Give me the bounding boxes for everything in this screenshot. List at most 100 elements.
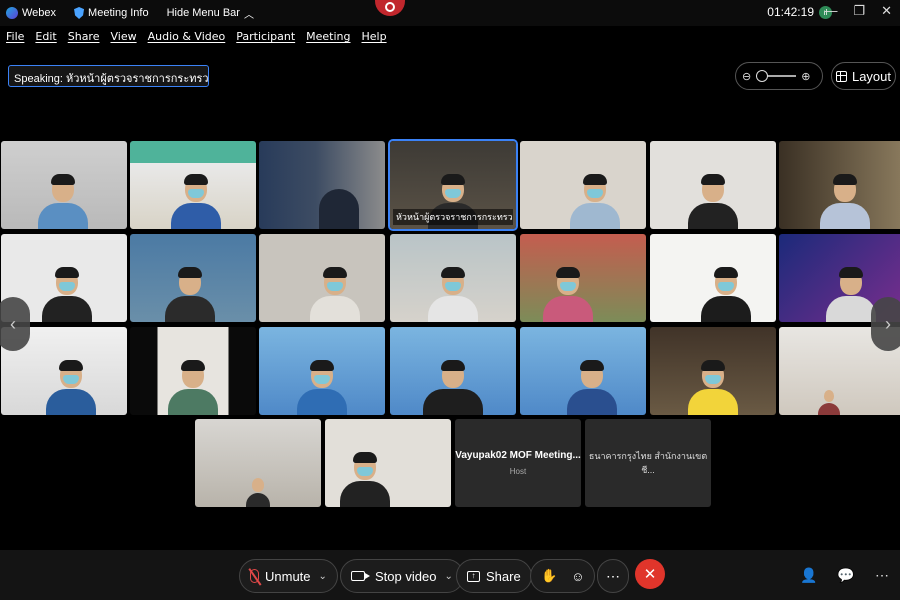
participant-video [570,174,620,229]
participant-video [567,360,617,415]
meeting-info-button[interactable]: Meeting Info [74,7,149,19]
close-icon[interactable]: ✕ [881,3,892,19]
title-bar: Webex Meeting Info Hide Menu Bar ︿ [0,0,900,26]
participants-icon[interactable]: 👤 [800,567,817,584]
app-title: Webex [6,7,56,19]
participant-video [319,188,359,229]
participant-video [701,267,751,322]
end-meeting-button[interactable]: ✕ [635,559,665,589]
hide-menu-bar-button[interactable]: Hide Menu Bar ︿ [167,6,254,21]
participant-video [168,360,218,415]
participant-video [818,390,840,415]
share-button[interactable]: ↑ Share [456,559,532,593]
shield-icon [74,7,85,19]
chevron-down-icon[interactable]: ⌄ [444,571,452,582]
menu-bar: File Edit Share View Audio & Video Parti… [0,30,387,50]
more-options-button[interactable]: ⋯ [597,559,629,593]
menu-view[interactable]: View [110,30,136,50]
layout-label: Layout [851,68,892,84]
menu-meeting[interactable]: Meeting [306,30,350,50]
video-tile[interactable] [195,419,321,507]
zoom-out-icon[interactable]: ⊖ [742,70,751,83]
participant-video [820,174,870,229]
zoom-control[interactable]: ⊖ ⊕ [735,62,823,90]
participant-video [543,267,593,322]
participant-video [826,267,876,322]
menu-audio-video[interactable]: Audio & Video [148,30,226,50]
next-page-button[interactable]: › [871,297,900,351]
tile-participant-name: Vayupak02 MOF Meeting... [455,450,581,461]
participant-video [246,478,270,507]
participant-video [38,174,88,229]
chevron-left-icon: ‹ [10,313,16,334]
camera-icon [351,571,370,581]
more-panels-icon[interactable]: ⋯ [875,567,889,584]
menu-participant[interactable]: Participant [236,30,295,50]
video-tile[interactable] [130,141,256,229]
hide-menu-label: Hide Menu Bar [166,7,240,19]
participant-video [171,174,221,229]
video-tile[interactable] [520,234,646,322]
zoom-slider-knob[interactable] [756,70,769,82]
unmute-button[interactable]: Unmute ⌄ [239,559,338,593]
zoom-in-icon[interactable]: ⊕ [801,70,810,83]
video-tile[interactable] [1,141,127,229]
webex-logo-icon [6,7,18,19]
video-tile[interactable] [650,327,776,415]
video-tile[interactable] [259,234,385,322]
layout-button[interactable]: Layout [831,62,896,90]
participant-video [297,360,347,415]
meeting-info-label: Meeting Info [88,7,149,19]
video-tile[interactable] [650,234,776,322]
stop-video-button[interactable]: Stop video ⌄ [340,559,464,593]
close-icon: ✕ [643,566,657,583]
grid-layout-icon [835,70,847,82]
participant-video [165,267,215,322]
share-label: Share [486,568,521,584]
microphone-muted-icon [250,569,259,583]
participant-video [310,267,360,322]
participant-video [46,360,96,415]
video-tile[interactable] [325,419,451,507]
share-screen-icon: ↑ [467,570,480,582]
video-tile[interactable] [650,141,776,229]
participant-video [42,267,92,322]
video-tile[interactable] [779,141,900,229]
video-tile[interactable] [259,141,385,229]
tile-participant-name: หัวหน้าผู้ตรวจราชการกระทรวงการ... [393,209,513,225]
restore-icon[interactable]: ❐ [853,3,865,19]
video-tile[interactable] [390,327,516,415]
chevron-up-icon: ︿ [243,9,254,21]
menu-share[interactable]: Share [68,30,100,50]
reactions-group: ✋ ☺ [530,559,596,593]
menu-help[interactable]: Help [362,30,387,50]
menu-edit[interactable]: Edit [35,30,56,50]
previous-page-button[interactable]: ‹ [0,297,30,351]
stop-video-label: Stop video [375,568,437,584]
video-tile[interactable] [390,234,516,322]
chevron-down-icon[interactable]: ⌄ [319,571,327,582]
unmute-label: Unmute [265,568,311,584]
zoom-slider[interactable] [756,70,797,82]
chat-icon[interactable]: 💬 [837,567,854,584]
video-tile[interactable] [259,327,385,415]
participant-video [423,360,483,415]
reaction-emoji-icon[interactable]: ☺ [571,569,584,584]
meeting-clock: 01:42:19 [767,5,814,19]
participant-video [688,360,738,415]
video-tile[interactable] [130,327,256,415]
video-tile-no-video[interactable]: ธนาคารกรุงไทย สำนักงานเขตชี... [585,419,711,507]
tile-participant-name: ธนาคารกรุงไทย สำนักงานเขตชี... [588,451,708,475]
participant-video [688,174,738,229]
speaking-indicator: Speaking: หัวหน้าผู้ตรวจราชการกระทรวงการ… [8,65,209,87]
video-tile[interactable] [520,141,646,229]
host-label: Host [509,467,527,476]
menu-file[interactable]: File [6,30,24,50]
video-tile-no-video[interactable]: Vayupak02 MOF Meeting... Host [455,419,581,507]
minimize-icon[interactable]: — [824,3,837,19]
app-name: Webex [22,7,57,19]
raise-hand-icon[interactable]: ✋ [541,568,557,584]
video-tile[interactable] [130,234,256,322]
video-tile[interactable] [520,327,646,415]
video-tile-active-speaker[interactable]: หัวหน้าผู้ตรวจราชการกระทรวงการ... [388,139,518,231]
